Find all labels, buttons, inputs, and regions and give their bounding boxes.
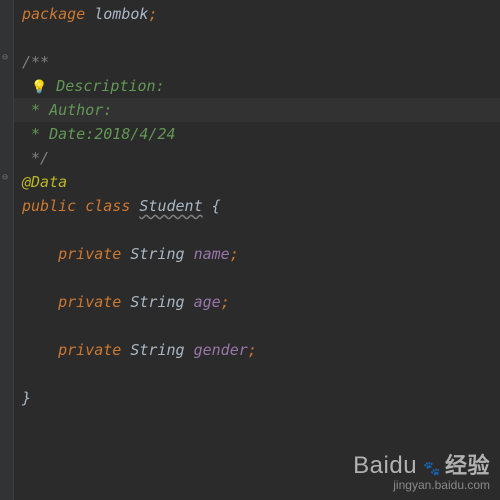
code-line [22,362,500,386]
code-line [22,26,500,50]
code-line: private String age; [22,290,500,314]
gutter: ⊖ ⊖ [0,0,14,500]
code-line: package lombok; [22,2,500,26]
code-line: private String name; [22,242,500,266]
intention-bulb-icon[interactable]: 💡 [31,76,47,100]
code-line [22,266,500,290]
code-line: 💡 Description: [22,74,500,98]
code-line: @Data [22,170,500,194]
code-line: private String gender; [22,338,500,362]
code-line [22,314,500,338]
code-editor[interactable]: ⊖ ⊖ package lombok; /** 💡 Description: *… [0,0,500,500]
code-line: /** [22,50,500,74]
fold-icon[interactable]: ⊖ [2,172,8,183]
code-line: */ [22,146,500,170]
code-line: } [22,386,500,410]
code-line: * Date:2018/4/24 [22,122,500,146]
code-line [22,218,500,242]
code-area[interactable]: package lombok; /** 💡 Description: * Aut… [14,0,500,500]
fold-icon[interactable]: ⊖ [2,52,8,63]
code-line: public class Student { [22,194,500,218]
